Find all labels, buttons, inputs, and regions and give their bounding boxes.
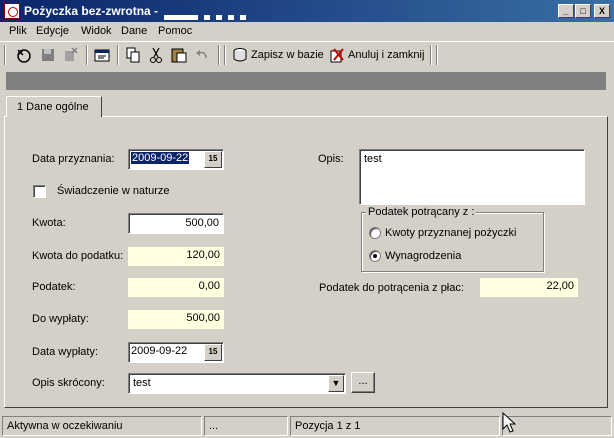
radio-kwoty-przyznanej[interactable] <box>369 227 381 239</box>
data-przyznania-label: Data przyznania: <box>32 153 115 165</box>
save-button[interactable] <box>38 45 58 65</box>
do-wyplaty-label: Do wypłaty: <box>32 313 89 325</box>
mouse-cursor-icon <box>502 412 516 433</box>
radio-kwoty-przyznanej-label: Kwoty przyznanej pożyczki <box>385 227 517 239</box>
toolbar-separator <box>117 45 119 65</box>
cancel-icon <box>330 48 344 63</box>
toolbar: Zapisz w bazie Anuluj i zamknij <box>0 41 614 67</box>
kwota-label: Kwota: <box>32 217 66 229</box>
do-wyplaty-value: 500,00 <box>128 310 224 329</box>
paste-icon <box>171 48 187 63</box>
podatek-groupbox <box>361 212 544 272</box>
data-wyplaty-label: Data wypłaty: <box>32 346 99 358</box>
save-db-label: Zapisz w bazie <box>251 49 324 61</box>
copy-icon <box>126 47 140 63</box>
delete-icon <box>65 47 78 61</box>
toolbar-separator <box>218 45 220 65</box>
menu-edycje[interactable]: Edycje <box>36 25 69 37</box>
calendar-icon[interactable]: 15 <box>204 344 222 361</box>
podatek-z-plac-value: 22,00 <box>480 278 578 297</box>
window-title: Pożyczka bez-zwrotna - <box>24 4 159 18</box>
podatek-label: Podatek: <box>32 281 76 293</box>
properties-icon <box>94 49 110 62</box>
maximize-button[interactable]: □ <box>575 4 591 18</box>
opis-skrocony-combo[interactable]: test ▼ <box>128 373 346 394</box>
status-empty <box>502 416 612 436</box>
podatek-group-title: Podatek potrącany z : <box>366 206 477 218</box>
kwota-do-podatku-label: Kwota do podatku: <box>32 250 124 262</box>
podatek-z-plac-label: Podatek do potrącenia z płac: <box>319 282 464 294</box>
toolbar-separator <box>430 45 432 65</box>
status-position: Pozycja 1 z 1 <box>290 416 500 436</box>
paste-button[interactable] <box>169 45 189 65</box>
cancel-close-button[interactable]: Anuluj i zamknij <box>329 45 424 65</box>
data-przyznania-field[interactable]: 2009-09-22 15 <box>128 149 224 170</box>
toolbar-grip <box>224 45 226 65</box>
toolbar-separator <box>86 45 88 65</box>
radio-wynagrodzenia[interactable] <box>369 250 381 262</box>
swiadczenie-checkbox[interactable] <box>33 185 46 198</box>
undo-icon <box>196 50 207 59</box>
kwota-input[interactable]: 500,00 <box>128 213 224 234</box>
header-strip <box>6 72 606 90</box>
tab-dane-ogolne[interactable]: 1 Dane ogólne <box>6 96 102 117</box>
scissors-icon <box>150 47 162 63</box>
database-icon <box>233 48 247 62</box>
properties-button[interactable] <box>92 45 112 65</box>
title-redacted-text <box>164 9 254 20</box>
menu-dane[interactable]: Dane <box>121 25 147 37</box>
cancel-close-label: Anuluj i zamknij <box>348 49 425 61</box>
chevron-down-icon[interactable]: ▼ <box>328 375 344 392</box>
data-przyznania-value: 2009-09-22 <box>131 152 190 164</box>
opis-skrocony-value: test <box>133 377 151 389</box>
status-middle: ... <box>204 416 288 436</box>
close-button[interactable]: X <box>594 4 610 18</box>
undo-button[interactable] <box>192 45 212 65</box>
toolbar-separator <box>436 45 438 65</box>
opis-more-button[interactable]: ... <box>351 372 375 393</box>
app-icon <box>4 3 20 19</box>
swiadczenie-label: Świadczenie w naturze <box>57 185 170 197</box>
copy-button[interactable] <box>123 45 143 65</box>
save-db-button[interactable]: Zapisz w bazie <box>232 45 324 65</box>
menu-bar: Plik Edycje Widok Dane Pomoc <box>0 22 614 41</box>
calendar-icon[interactable]: 15 <box>204 151 222 168</box>
data-wyplaty-value: 2009-09-22 <box>131 345 188 357</box>
delete-button[interactable] <box>60 45 80 65</box>
toolbar-grip <box>4 45 6 65</box>
floppy-icon <box>42 49 54 61</box>
kwota-do-podatku-value: 120,00 <box>128 247 224 266</box>
cut-button[interactable] <box>146 45 166 65</box>
tab-label: 1 Dane ogólne <box>17 101 89 113</box>
menu-plik[interactable]: Plik <box>9 25 27 37</box>
opis-skrocony-label: Opis skrócony: <box>32 377 105 389</box>
title-bar[interactable]: Pożyczka bez-zwrotna - _ □ X <box>0 0 614 22</box>
opis-label: Opis: <box>318 153 344 165</box>
menu-pomoc[interactable]: Pomoc <box>158 25 192 37</box>
menu-widok[interactable]: Widok <box>81 25 112 37</box>
radio-wynagrodzenia-label: Wynagrodzenia <box>385 250 462 262</box>
minimize-button[interactable]: _ <box>558 4 574 18</box>
undo-all-icon <box>17 49 31 63</box>
undo-all-button[interactable] <box>14 45 34 65</box>
status-state: Aktywna w oczekiwaniu <box>2 416 202 436</box>
podatek-value: 0,00 <box>128 278 224 297</box>
data-wyplaty-field[interactable]: 2009-09-22 15 <box>128 342 224 363</box>
status-bar: Aktywna w oczekiwaniu ... Pozycja 1 z 1 <box>0 414 614 438</box>
opis-textarea[interactable]: test <box>359 149 585 205</box>
